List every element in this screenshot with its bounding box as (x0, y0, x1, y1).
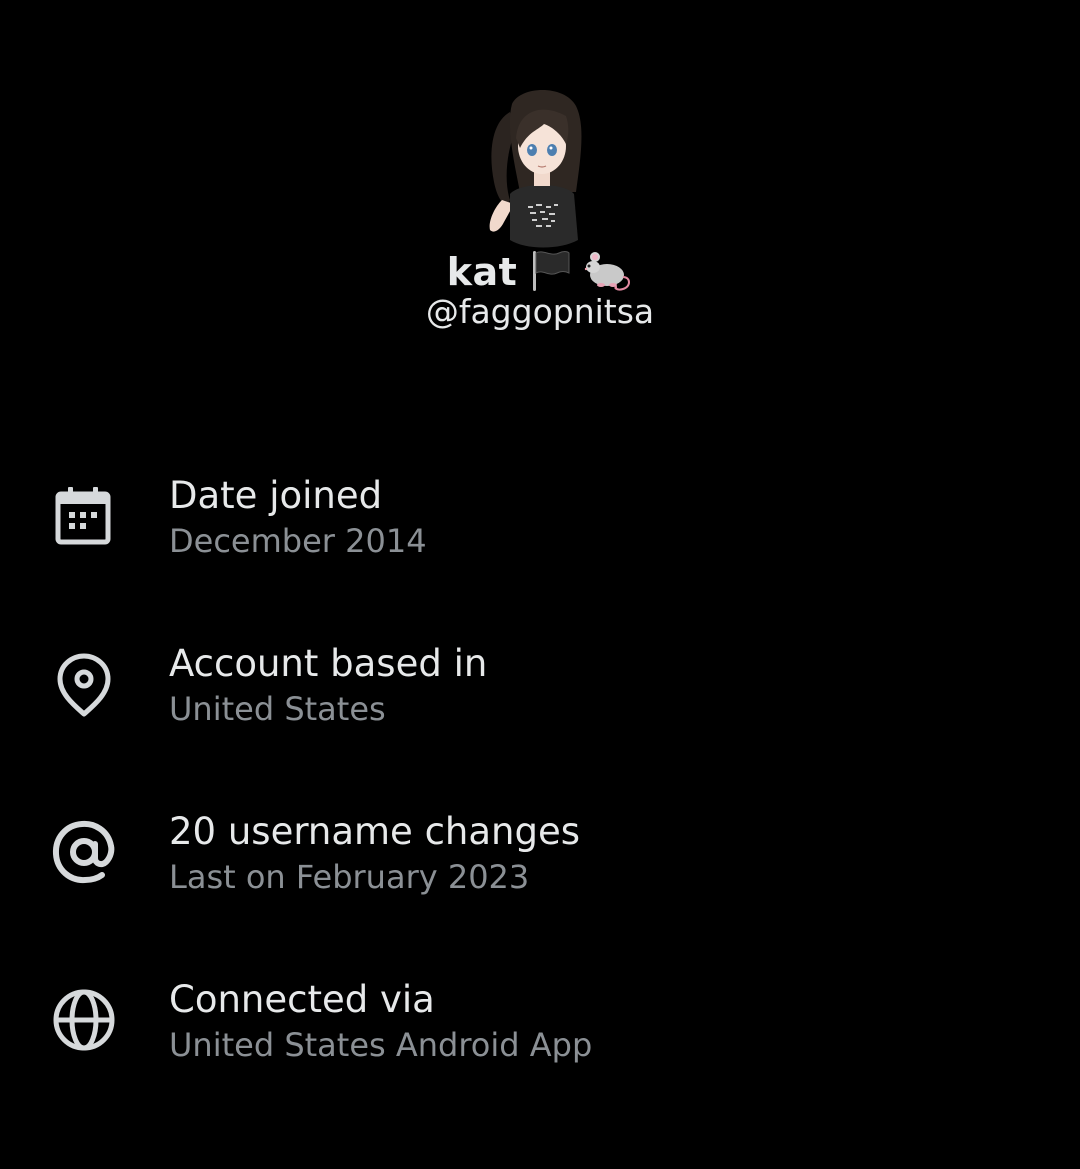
location-pin-icon (48, 648, 120, 720)
rat-icon (583, 247, 633, 297)
info-subtitle: United States Android App (169, 1026, 593, 1064)
info-subtitle: December 2014 (169, 522, 427, 560)
display-name-row: kat (0, 246, 1080, 298)
info-row-date-joined: Date joined December 2014 (0, 440, 1080, 590)
profile-header: kat @faggopnitsa (0, 0, 1080, 360)
profile-handle: @faggopnitsa (425, 292, 655, 331)
info-row-account-based-in: Account based in United States (0, 608, 1080, 758)
info-row-username-changes: 20 username changes Last on February 202… (0, 776, 1080, 926)
calendar-icon (48, 482, 120, 554)
info-title: Connected via (169, 978, 435, 1021)
info-subtitle: Last on February 2023 (169, 858, 530, 896)
display-name: kat (446, 250, 518, 294)
avatar[interactable] (480, 82, 598, 250)
info-title: Date joined (169, 474, 383, 517)
info-title: Account based in (169, 642, 488, 685)
info-subtitle: United States (169, 690, 386, 728)
black-flag-icon (527, 247, 573, 297)
globe-icon (48, 984, 120, 1056)
info-row-connected-via: Connected via United States Android App (0, 944, 1080, 1094)
info-title: 20 username changes (169, 810, 581, 853)
at-sign-icon (48, 816, 120, 888)
